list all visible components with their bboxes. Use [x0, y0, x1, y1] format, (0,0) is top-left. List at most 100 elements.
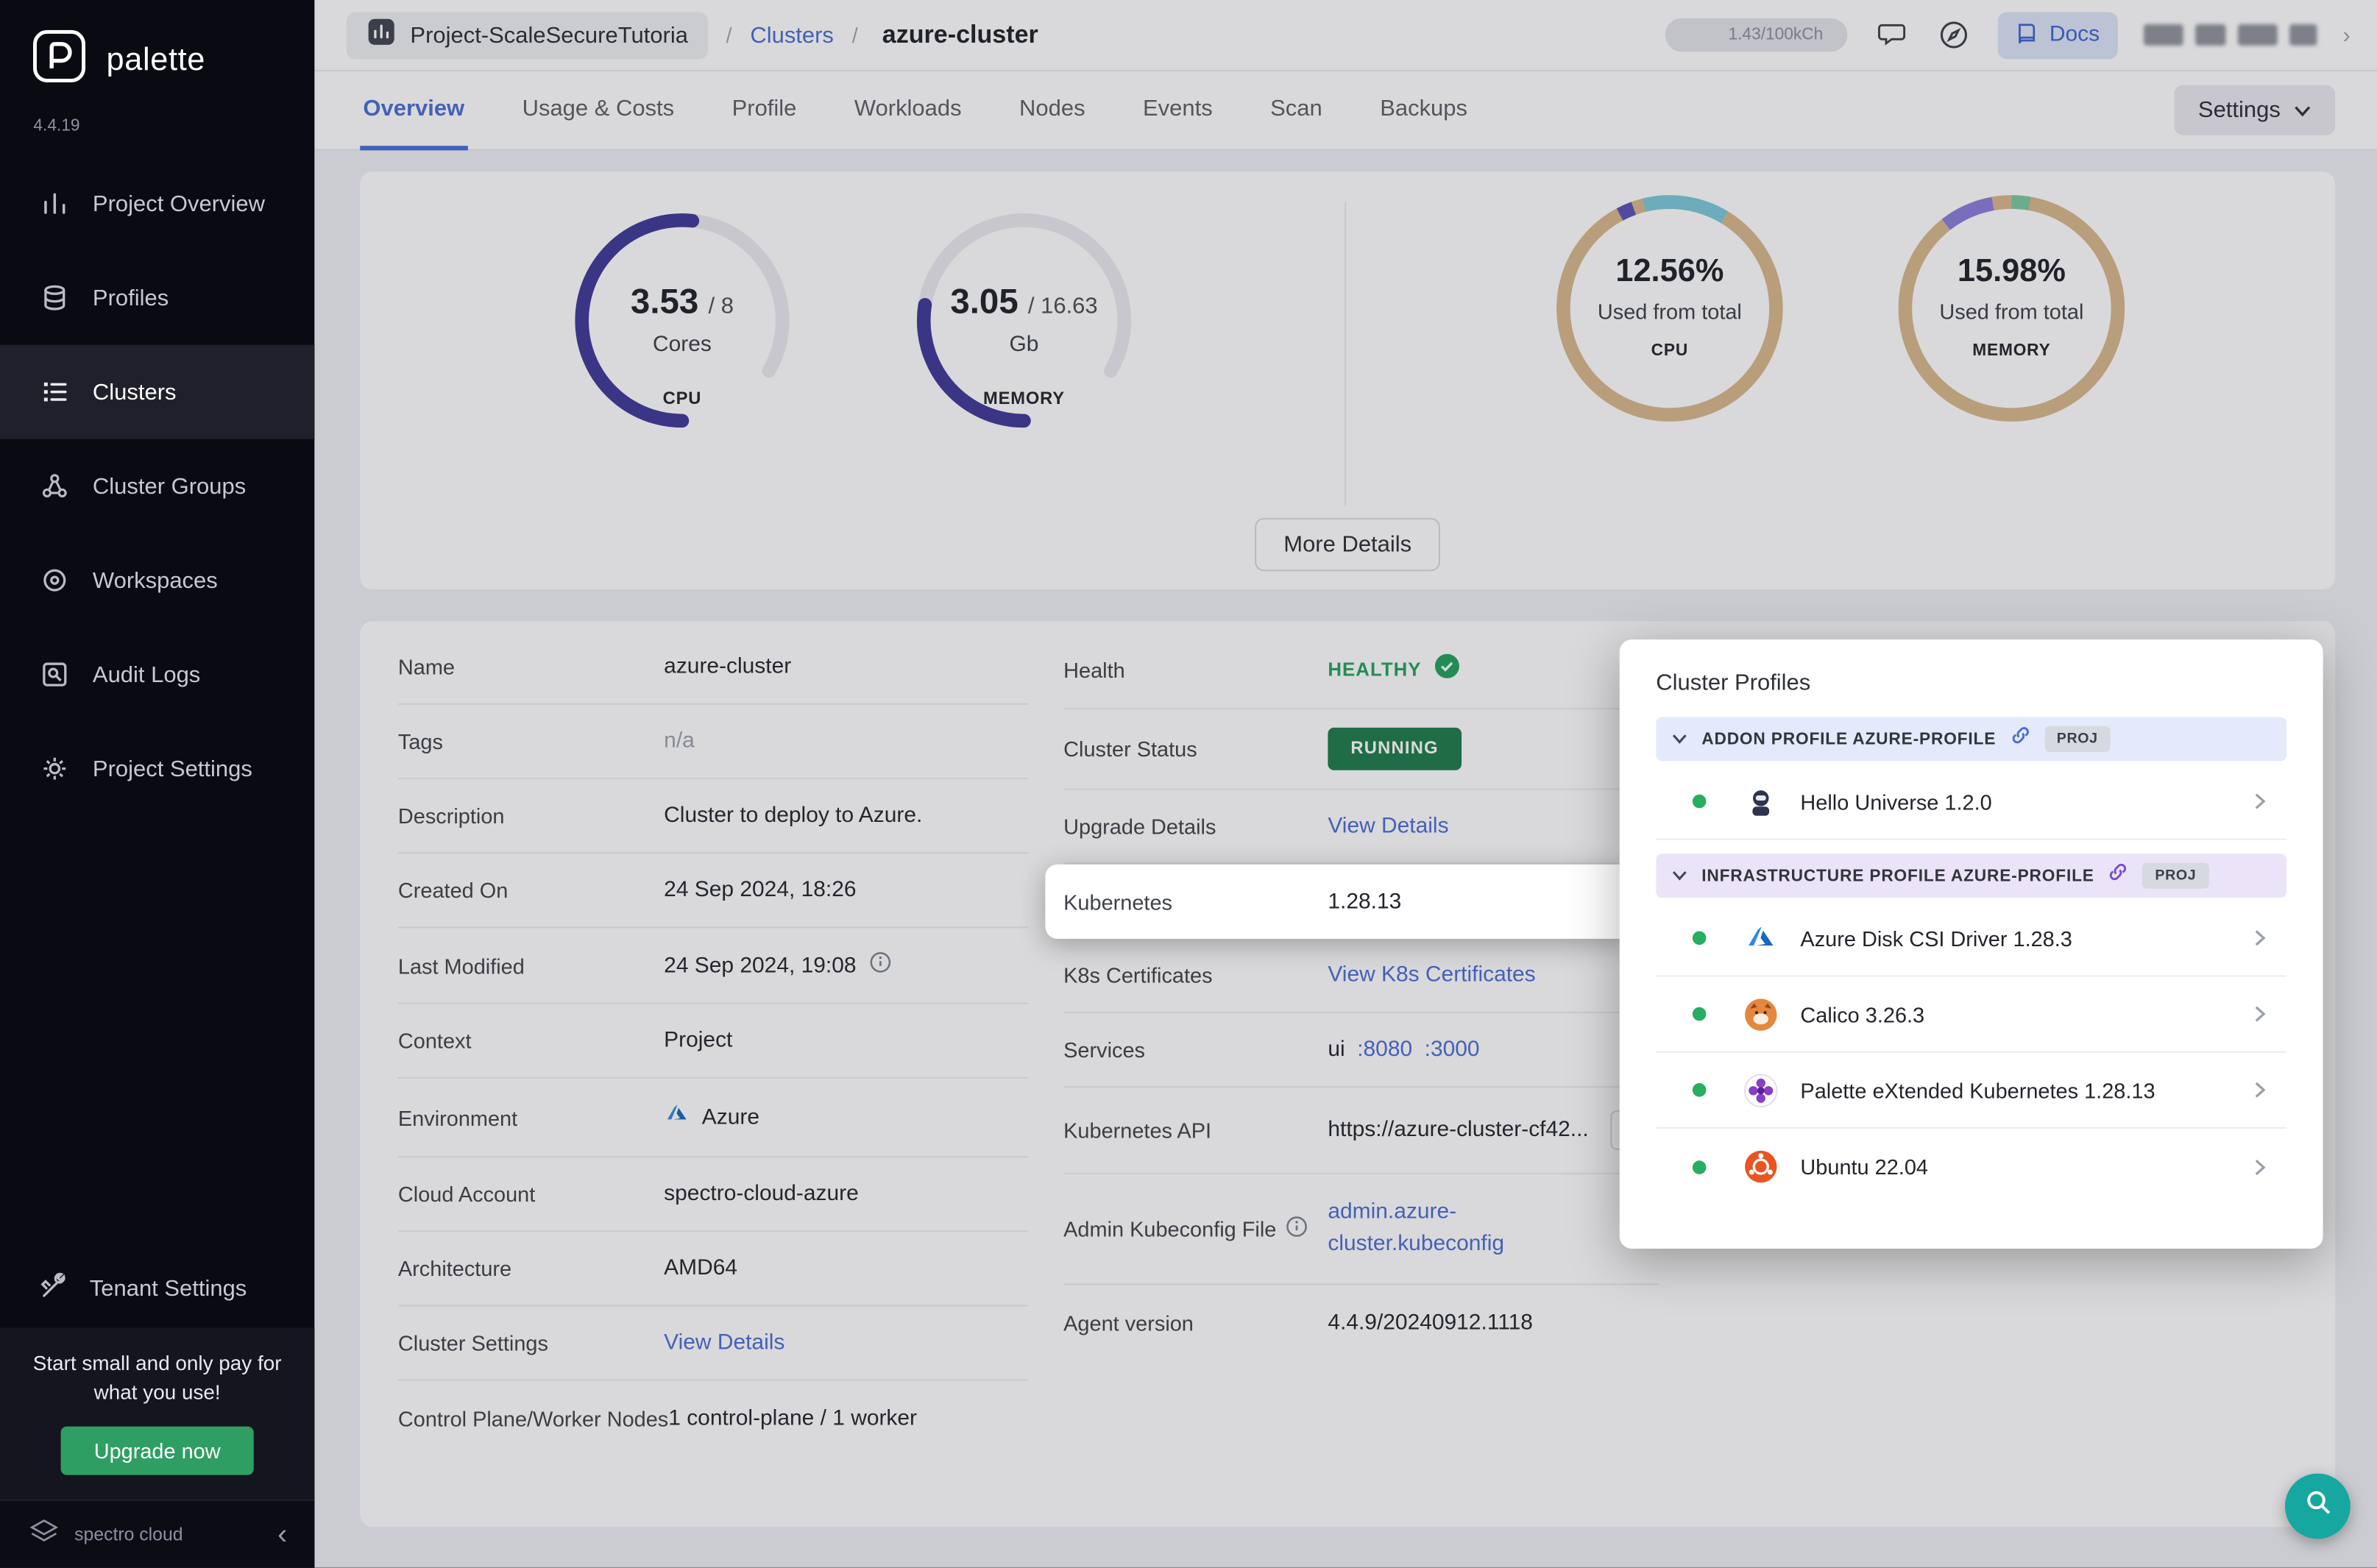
chevron-right-icon[interactable]: ›: [2342, 22, 2350, 48]
memory-unit: Gb: [1009, 333, 1039, 358]
collapse-sidebar-icon[interactable]: ‹: [277, 1520, 287, 1549]
kubernetes-api-url: https://azure-cluster-cf42...: [1328, 1118, 1589, 1143]
memory-usage-donut: 15.98% Used from total MEMORY: [1890, 187, 2133, 430]
spectro-cloud-logo-icon: [27, 1515, 60, 1553]
sidebar-item-clusters[interactable]: Clusters: [0, 344, 315, 439]
tab-workloads[interactable]: Workloads: [851, 71, 965, 149]
detail-row-name: Name azure-cluster: [397, 631, 1029, 705]
sidebar-nav: Project Overview Profiles Clusters Clust…: [0, 157, 315, 816]
chevron-right-icon: [2250, 928, 2269, 948]
azure-icon: [1741, 919, 1779, 957]
detail-row-agent-version: Agent version 4.4.9/20240912.1118: [1063, 1310, 1533, 1335]
cluster-profiles-panel: Cluster Profiles ADDON PROFILE AZURE-PRO…: [1619, 639, 2323, 1249]
breadcrumb-clusters-link[interactable]: Clusters: [750, 22, 834, 48]
memory-total-value: / 16.63: [1027, 293, 1098, 319]
upgrade-view-details-link[interactable]: View Details: [1328, 815, 1448, 839]
details-left-column: Name azure-cluster Tags n/a Description …: [397, 631, 1029, 1527]
sidebar-footer: spectro cloud ‹: [0, 1499, 315, 1568]
settings-button[interactable]: Settings: [2173, 85, 2336, 135]
status-dot-green: [1692, 1082, 1707, 1097]
cpu-donut-caption: Used from total: [1597, 299, 1742, 324]
chevron-right-icon: [2250, 1004, 2269, 1024]
kubeconfig-download-link[interactable]: admin.azure-cluster.kubeconfig: [1328, 1197, 1507, 1261]
sidebar-item-audit-logs[interactable]: Audit Logs: [0, 628, 314, 722]
tab-backups[interactable]: Backups: [1377, 71, 1470, 149]
tab-nodes[interactable]: Nodes: [1016, 71, 1088, 149]
project-chart-icon: [366, 16, 397, 54]
sidebar-item-label: Profiles: [92, 285, 169, 311]
tab-overview[interactable]: Overview: [360, 71, 468, 150]
service-name: ui: [1328, 1037, 1345, 1063]
memory-gauge: 3.05 / 16.63 Gb MEMORY: [902, 199, 1145, 441]
info-icon[interactable]: [1286, 1216, 1308, 1243]
redacted-icon: [2289, 24, 2317, 46]
chevron-right-icon: [2250, 1080, 2269, 1100]
profile-item-hello-universe[interactable]: Hello Universe 1.2.0: [1656, 764, 2287, 840]
check-circle-icon: [1434, 653, 1459, 685]
sidebar-item-profiles[interactable]: Profiles: [0, 251, 314, 345]
sidebar-item-project-overview[interactable]: Project Overview: [0, 157, 314, 251]
sidebar-item-label: Workspaces: [92, 567, 218, 594]
status-dot-green: [1692, 794, 1707, 809]
sidebar-item-workspaces[interactable]: Workspaces: [0, 533, 314, 628]
detail-row-created-on: Created On 24 Sep 2024, 18:26: [397, 854, 1029, 929]
upgrade-now-button[interactable]: Upgrade now: [60, 1426, 255, 1475]
detail-row-services: Services ui :8080 :3000: [1063, 1013, 1659, 1088]
detail-row-context: Context Project: [397, 1004, 1029, 1079]
sidebar-item-cluster-groups[interactable]: Cluster Groups: [0, 439, 314, 533]
upgrade-promo: Start small and only pay for what you us…: [0, 1327, 315, 1500]
globe-icon: [38, 564, 71, 597]
sidebar-item-tenant-settings[interactable]: Tenant Settings: [0, 1252, 314, 1327]
service-port-8080-link[interactable]: :8080: [1357, 1037, 1412, 1062]
info-icon[interactable]: [868, 951, 891, 979]
tab-profile[interactable]: Profile: [729, 71, 799, 149]
cpu-gauge-label: CPU: [662, 390, 702, 409]
service-port-3000-link[interactable]: :3000: [1425, 1037, 1480, 1062]
azure-icon: [664, 1101, 690, 1133]
settings-label: Settings: [2197, 97, 2281, 124]
search-fab-button[interactable]: [2285, 1473, 2351, 1539]
chevron-right-icon: [2250, 1157, 2269, 1177]
proj-scope-badge: PROJ: [2142, 862, 2208, 889]
kubernetes-version: 1.28.13: [1328, 889, 1402, 914]
nodes-icon: [38, 469, 71, 503]
running-status-badge: RUNNING: [1328, 727, 1462, 770]
addon-profile-group-header[interactable]: ADDON PROFILE AZURE-PROFILE PROJ: [1656, 717, 2287, 762]
detail-row-nodes: Control Plane/Worker Nodes 1 control-pla…: [397, 1405, 918, 1430]
docs-button[interactable]: Docs: [1997, 11, 2118, 59]
breadcrumb-current-cluster: azure-cluster: [882, 20, 1038, 49]
main-content: Project-ScaleSecureTutoria / Clusters / …: [314, 0, 2377, 1568]
help-compass-icon[interactable]: [1935, 17, 1972, 54]
profile-item-calico[interactable]: Calico 3.26.3: [1656, 976, 2287, 1053]
memory-donut-caption: Used from total: [1939, 299, 2084, 324]
cluster-settings-view-details-link[interactable]: View Details: [664, 1331, 784, 1355]
docs-book-icon: [2016, 21, 2038, 49]
infrastructure-profile-group-header[interactable]: INFRASTRUCTURE PROFILE AZURE-PROFILE PRO…: [1656, 854, 2287, 898]
bar-chart-icon: [38, 187, 71, 220]
palette-logo-icon: [30, 27, 88, 93]
cpu-used-percent: 12.56%: [1615, 253, 1724, 289]
topbar-actions: 1.43/100kCh Docs ›: [1665, 11, 2351, 59]
chevron-down-icon: [1671, 862, 1688, 890]
cpu-total-value: / 8: [708, 293, 734, 319]
detail-row-health: Health HEALTHY: [1063, 631, 1659, 710]
more-details-button[interactable]: More Details: [1255, 517, 1441, 572]
sidebar-item-project-settings[interactable]: Project Settings: [0, 722, 314, 816]
health-status: HEALTHY: [1328, 658, 1422, 680]
tab-usage-costs[interactable]: Usage & Costs: [519, 71, 677, 149]
tab-scan[interactable]: Scan: [1267, 71, 1325, 149]
link-icon: [2010, 725, 2031, 753]
view-k8s-certificates-link[interactable]: View K8s Certificates: [1328, 963, 1535, 987]
chat-icon[interactable]: [1873, 17, 1910, 54]
profile-item-palette-extended-kubernetes[interactable]: Palette eXtended Kubernetes 1.28.13: [1656, 1053, 2287, 1129]
profile-item-ubuntu[interactable]: Ubuntu 22.04: [1656, 1129, 2286, 1205]
toolbar-redacted-icons[interactable]: [2144, 24, 2317, 46]
status-dot-green: [1692, 1007, 1707, 1021]
tab-events[interactable]: Events: [1140, 71, 1216, 149]
project-selector[interactable]: Project-ScaleSecureTutoria: [346, 11, 708, 59]
profile-item-azure-csi[interactable]: Azure Disk CSI Driver 1.28.3: [1656, 901, 2287, 977]
sidebar-item-label: Audit Logs: [92, 661, 201, 688]
cluster-tabs: Overview Usage & Costs Profile Workloads…: [314, 71, 2377, 151]
proj-scope-badge: PROJ: [2044, 726, 2111, 752]
